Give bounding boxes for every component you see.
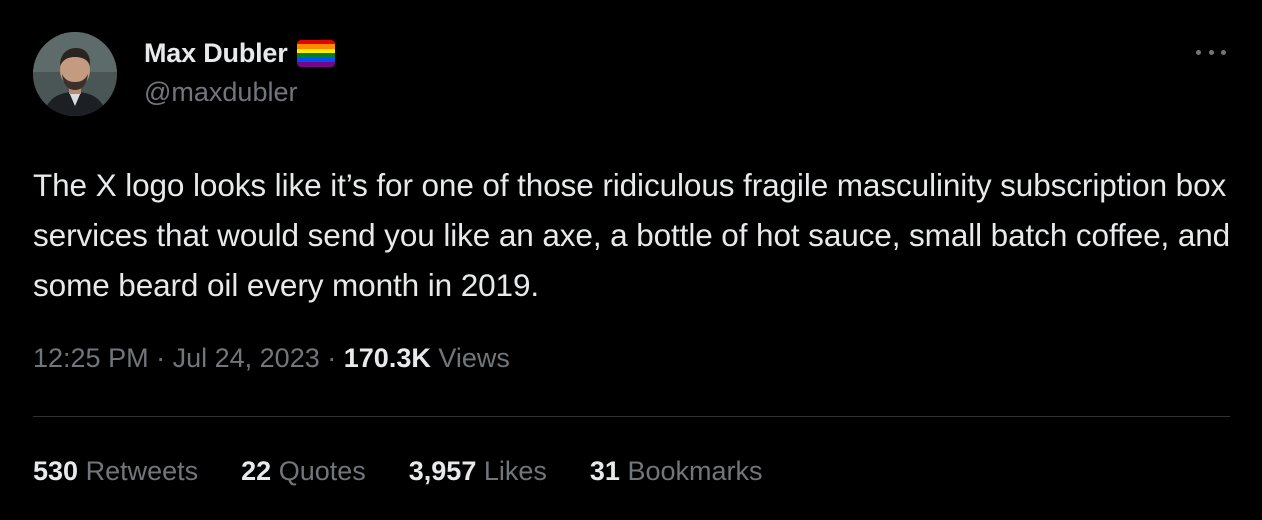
more-horizontal-icon[interactable]	[1196, 40, 1226, 64]
stat-count: 530	[33, 456, 79, 486]
divider	[33, 416, 1230, 417]
stat-count: 31	[589, 456, 620, 486]
views-label: Views	[438, 343, 510, 373]
stat-label: Quotes	[278, 456, 366, 486]
engagement-stats: 530 Retweets 22 Quotes 3,957 Likes 31 Bo…	[33, 456, 806, 487]
likes-stat[interactable]: 3,957 Likes	[409, 456, 547, 487]
tweet-date[interactable]: Jul 24, 2023	[173, 343, 320, 373]
stat-label: Retweets	[85, 456, 199, 486]
bookmarks-stat[interactable]: 31 Bookmarks	[590, 456, 763, 487]
name-row: Max Dubler	[144, 35, 335, 71]
rainbow-flag-icon	[296, 39, 335, 67]
author-block: Max Dubler @maxdubler	[144, 35, 335, 108]
avatar-photo	[33, 32, 117, 116]
stat-label: Bookmarks	[627, 456, 763, 486]
tweet-time[interactable]: 12:25 PM	[33, 343, 149, 373]
quotes-stat[interactable]: 22 Quotes	[241, 456, 366, 487]
meta-separator: ·	[156, 343, 166, 373]
display-name[interactable]: Max Dubler	[144, 38, 288, 69]
handle[interactable]: @maxdubler	[144, 77, 335, 108]
stat-label: Likes	[483, 456, 547, 486]
views-count: 170.3K	[343, 343, 431, 373]
avatar[interactable]	[33, 32, 117, 116]
tweet-meta: 12:25 PM · Jul 24, 2023 · 170.3K Views	[33, 343, 510, 374]
meta-separator: ·	[327, 343, 337, 373]
more-dot	[1196, 49, 1201, 55]
stat-count: 22	[241, 456, 272, 486]
more-dot	[1221, 49, 1226, 55]
more-dot	[1208, 49, 1214, 55]
stat-count: 3,957	[408, 456, 477, 486]
flag-stripe	[296, 62, 335, 67]
tweet-text: The X logo looks like it’s for one of th…	[33, 167, 1231, 303]
tweet-card: Max Dubler @maxdubler The X logo looks l…	[0, 0, 1262, 520]
retweets-stat[interactable]: 530 Retweets	[33, 456, 198, 487]
